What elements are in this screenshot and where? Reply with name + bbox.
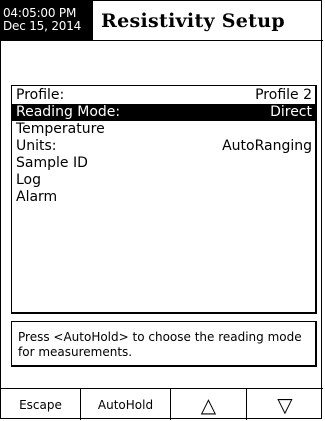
device-screen: 04:05:00 PM Dec 15, 2014 Resistivity Set… bbox=[0, 0, 323, 420]
help-text: Press <AutoHold> to choose the reading m… bbox=[18, 330, 302, 359]
menu-item-value: Direct bbox=[270, 104, 312, 120]
menu-item-alarm[interactable]: Alarm bbox=[12, 189, 315, 206]
page-title: Resistivity Setup bbox=[101, 10, 285, 32]
menu-item-log[interactable]: Log bbox=[12, 172, 315, 189]
menu-item-label: Sample ID bbox=[16, 155, 88, 171]
menu-item-profile[interactable]: Profile: Profile 2 bbox=[12, 87, 315, 104]
menu-item-units[interactable]: Units: AutoRanging bbox=[12, 138, 315, 155]
menu-item-temperature[interactable]: Temperature bbox=[12, 121, 315, 138]
menu-item-value: Profile 2 bbox=[255, 87, 312, 103]
down-button[interactable]: ▽ bbox=[247, 389, 323, 420]
title-bar: 04:05:00 PM Dec 15, 2014 Resistivity Set… bbox=[1, 1, 323, 41]
menu-item-label: Temperature bbox=[16, 121, 105, 137]
setup-menu: Profile: Profile 2 Reading Mode: Direct … bbox=[11, 85, 317, 314]
up-button[interactable]: △ bbox=[171, 389, 247, 420]
menu-item-sample-id[interactable]: Sample ID bbox=[12, 155, 315, 172]
autohold-button-label: AutoHold bbox=[97, 397, 154, 412]
menu-item-value: AutoRanging bbox=[222, 138, 312, 154]
menu-item-label: Profile: bbox=[16, 87, 65, 103]
clock-date: Dec 15, 2014 bbox=[3, 19, 82, 33]
menu-item-label: Log bbox=[16, 172, 42, 188]
escape-button-label: Escape bbox=[19, 397, 62, 412]
help-text-box: Press <AutoHold> to choose the reading m… bbox=[11, 321, 317, 367]
down-arrow-icon: ▽ bbox=[277, 392, 293, 417]
menu-item-label: Alarm bbox=[16, 189, 58, 205]
up-arrow-icon: △ bbox=[200, 392, 217, 417]
clock-display: 04:05:00 PM Dec 15, 2014 bbox=[1, 1, 93, 40]
menu-item-reading-mode[interactable]: Reading Mode: Direct bbox=[12, 104, 315, 121]
menu-item-label: Units: bbox=[16, 138, 57, 154]
autohold-button[interactable]: AutoHold bbox=[81, 389, 171, 420]
softkey-bar: Escape AutoHold △ ▽ bbox=[1, 388, 323, 420]
menu-item-label: Reading Mode: bbox=[16, 104, 121, 120]
escape-button[interactable]: Escape bbox=[1, 389, 81, 420]
